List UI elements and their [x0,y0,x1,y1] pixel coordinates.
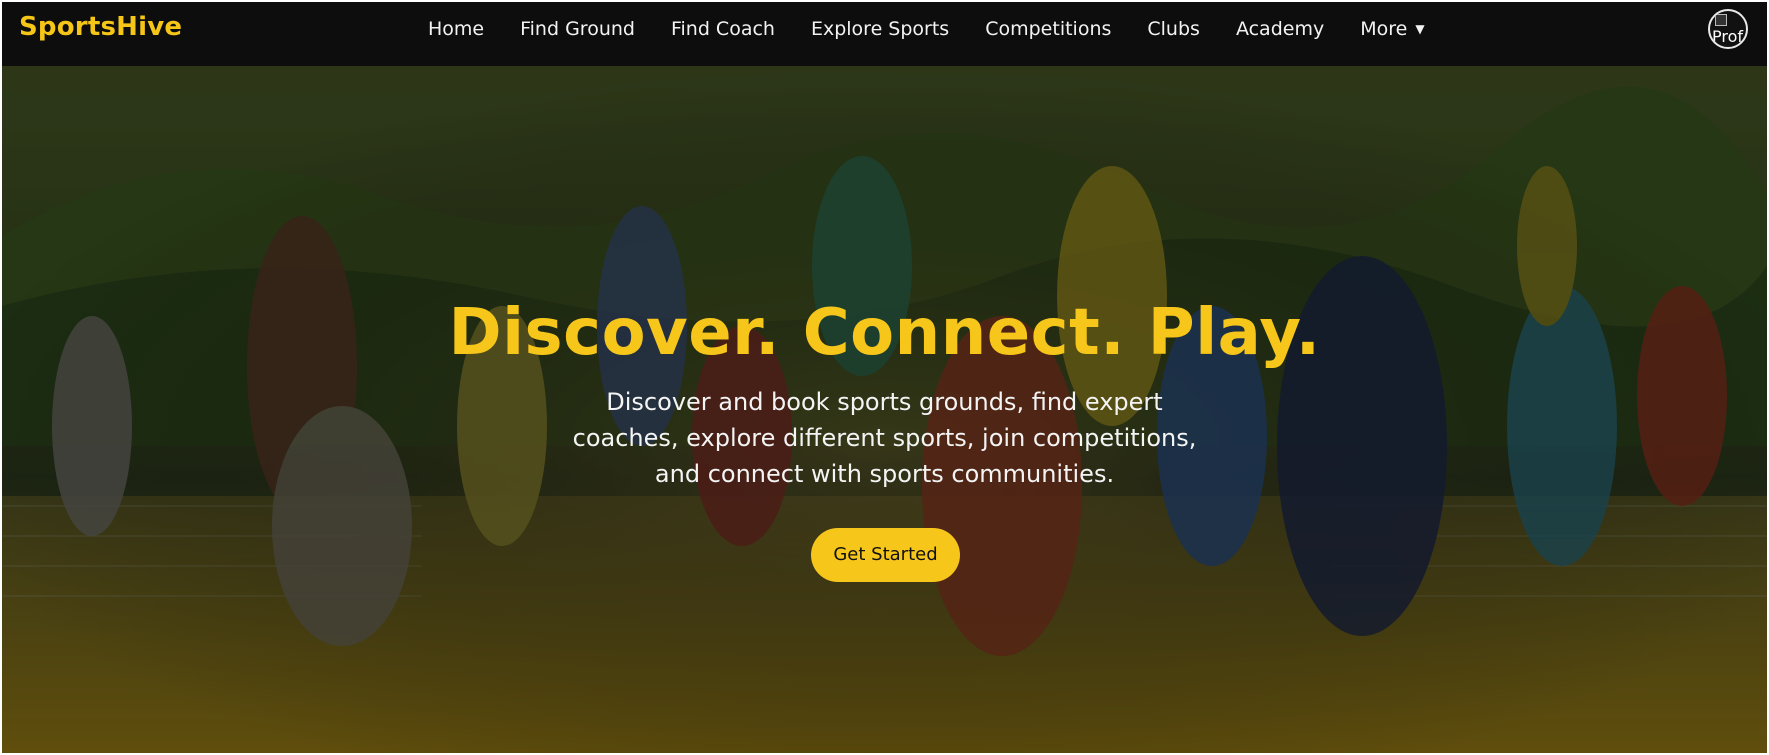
nav-item-academy[interactable]: Academy [1236,18,1324,40]
hero-content: Discover. Connect. Play. Discover and bo… [2,66,1767,753]
nav-more-label: More [1360,18,1408,40]
avatar-alt-text: Prof [1712,27,1744,46]
page-frame: SportsHive Home Find Ground Find Coach E… [2,2,1767,753]
nav-item-explore-sports[interactable]: Explore Sports [811,18,949,40]
top-navbar: SportsHive Home Find Ground Find Coach E… [2,2,1767,66]
nav-more-dropdown[interactable]: More ▼ [1360,18,1424,40]
broken-image-icon [1715,14,1727,26]
hero-title: Discover. Connect. Play. [448,296,1321,370]
nav-item-competitions[interactable]: Competitions [985,18,1111,40]
profile-avatar[interactable]: Prof [1708,9,1748,49]
nav-item-home[interactable]: Home [428,18,484,40]
get-started-button[interactable]: Get Started [811,528,960,582]
hero-subtitle: Discover and book sports grounds, find e… [572,388,1197,488]
hero-section: Discover. Connect. Play. Discover and bo… [2,66,1767,753]
caret-down-icon: ▼ [1415,22,1425,36]
nav-links: Home Find Ground Find Coach Explore Spor… [428,2,1461,56]
nav-item-clubs[interactable]: Clubs [1147,18,1200,40]
nav-item-find-coach[interactable]: Find Coach [671,18,775,40]
nav-item-find-ground[interactable]: Find Ground [520,18,635,40]
brand-logo[interactable]: SportsHive [19,12,182,42]
